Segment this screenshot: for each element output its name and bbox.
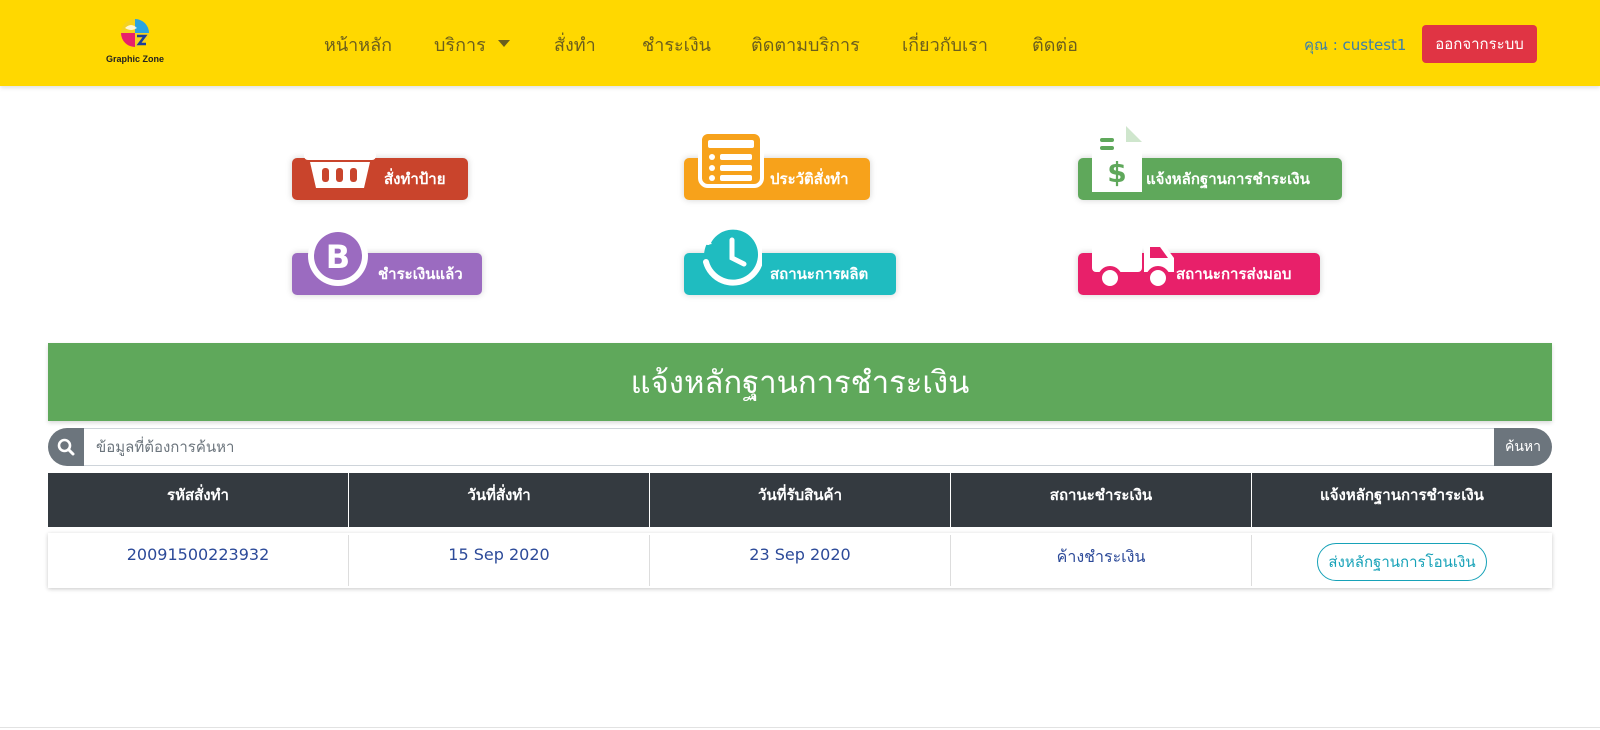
header-order-id: รหัสสั่งทำ [48,473,349,527]
table-header: รหัสสั่งทำ วันที่สั่งทำ วันที่รับสินค้า … [48,473,1552,527]
basket-icon [300,130,380,196]
cell-receive-date: 23 Sep 2020 [650,535,951,586]
nav-contact[interactable]: ติดต่อ [1032,30,1078,59]
cell-order-date: 15 Sep 2020 [349,535,650,586]
svg-text:B: B [326,238,350,276]
nav-payment[interactable]: ชำระเงิน [642,30,711,59]
svg-text:$: $ [1107,156,1126,189]
tile-payment-proof[interactable]: แจ้งหลักฐานการชำระเงิน $ [1076,124,1342,202]
page-title: แจ้งหลักฐานการชำระเงิน [48,343,1552,421]
order-list-icon [698,130,764,192]
nav-home[interactable]: หน้าหลัก [324,30,392,59]
logo-mark-icon [121,19,149,47]
tile-paid[interactable]: ชำระเงินแล้ว B [290,224,484,298]
tile-order-history[interactable]: ประวัติสั่งทำ [682,128,872,200]
nav-services[interactable]: บริการ [434,30,510,59]
table-row: 20091500223932 15 Sep 2020 23 Sep 2020 ค… [48,533,1552,588]
logout-button[interactable]: ออกจากระบบ [1422,25,1537,63]
invoice-dollar-icon: $ [1090,124,1144,198]
header-payment-status: สถานะชำระเงิน [951,473,1252,527]
search-bar: ค้นหา [48,428,1552,466]
nav-tracking[interactable]: ติดตามบริการ [751,30,860,59]
user-label: คุณ : custest1 [1304,36,1407,54]
header-receive-date: วันที่รับสินค้า [650,473,951,527]
tile-production-status[interactable]: สถานะการผลิต [682,222,896,298]
bitcoin-icon: B [306,224,370,292]
navbar: Graphic Zone หน้าหลัก บริการ สั่งทำ ชำระ… [0,0,1600,86]
brand-name: Graphic Zone [105,54,164,64]
tile-order-sign[interactable]: สั่งทำป้าย [290,130,470,200]
search-input[interactable] [84,428,1494,466]
header-payment-proof: แจ้งหลักฐานการชำระเงิน [1320,486,1484,504]
footer-divider [0,727,1600,728]
tile-delivery-status[interactable]: สถานะการส่งมอบ [1076,222,1322,298]
header-order-date: วันที่สั่งทำ [349,473,650,527]
cell-action: ส่งหลักฐานการโอนเงิน [1252,535,1552,586]
brand-logo[interactable]: Graphic Zone [100,18,170,68]
nav-about[interactable]: เกี่ยวกับเรา [902,30,988,59]
search-button[interactable]: ค้นหา [1494,428,1552,466]
caret-down-icon [497,40,510,47]
nav-order[interactable]: สั่งทำ [554,30,596,59]
cell-order-id: 20091500223932 [48,535,349,586]
cell-payment-status: ค้างชำระเงิน [951,535,1252,586]
history-clock-icon [696,222,764,292]
delivery-truck-icon [1090,222,1176,294]
nav-services-label: บริการ [434,35,486,56]
send-transfer-proof-button[interactable]: ส่งหลักฐานการโอนเงิน [1317,543,1487,581]
search-icon [48,428,84,466]
